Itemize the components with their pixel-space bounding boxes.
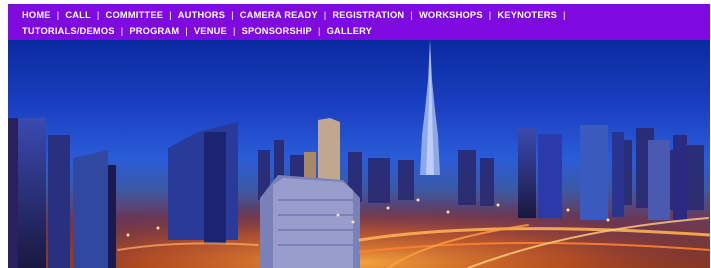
top-navigation-bar: HOME | CALL | COMMITTEE | AUTHORS | CAMERA READY… [8, 4, 710, 40]
nav-separator: | [232, 26, 236, 36]
nav-link-call[interactable]: CALL [65, 10, 91, 20]
nav-separator: | [185, 26, 188, 36]
nav-link-home[interactable]: HOME [22, 10, 51, 20]
nav-link-venue[interactable]: VENUE [194, 26, 227, 36]
nav-separator: | [56, 10, 60, 20]
nav-separator: | [563, 10, 566, 20]
nav-separator: | [169, 10, 172, 20]
nav-separator: | [317, 26, 321, 36]
nav-link-registration[interactable]: REGISTRATION [332, 10, 404, 20]
nav-link-sponsorship[interactable]: SPONSORSHIP [242, 26, 312, 36]
nav-separator: | [410, 10, 413, 20]
nav-link-program[interactable]: PROGRAM [129, 26, 179, 36]
nav-row-1: HOME | CALL | COMMITTEE | AUTHORS | CAMERA READY… [8, 7, 572, 23]
nav-separator: | [96, 10, 100, 20]
nav-separator: | [323, 10, 327, 20]
nav-separator: | [488, 10, 492, 20]
nav-link-camera-ready[interactable]: CAMERA READY [240, 10, 318, 20]
nav-separator: | [120, 26, 124, 36]
nav-link-keynoters[interactable]: KEYNOTERS [497, 10, 557, 20]
nav-row-2: TUTORIALS/DEMOS | PROGRAM | VENUE | SPONSORSHI… [8, 23, 372, 39]
nav-link-gallery[interactable]: GALLERY [327, 26, 372, 36]
nav-link-tutorials-demos[interactable]: TUTORIALS/DEMOS [22, 26, 115, 36]
nav-link-committee[interactable]: COMMITTEE [106, 10, 164, 20]
nav-link-workshops[interactable]: WORKSHOPS [419, 10, 483, 20]
dubai-skyline-night-icon [8, 40, 710, 268]
hero-skyline-image [8, 40, 710, 268]
nav-link-authors[interactable]: AUTHORS [178, 10, 225, 20]
nav-separator: | [231, 10, 234, 20]
